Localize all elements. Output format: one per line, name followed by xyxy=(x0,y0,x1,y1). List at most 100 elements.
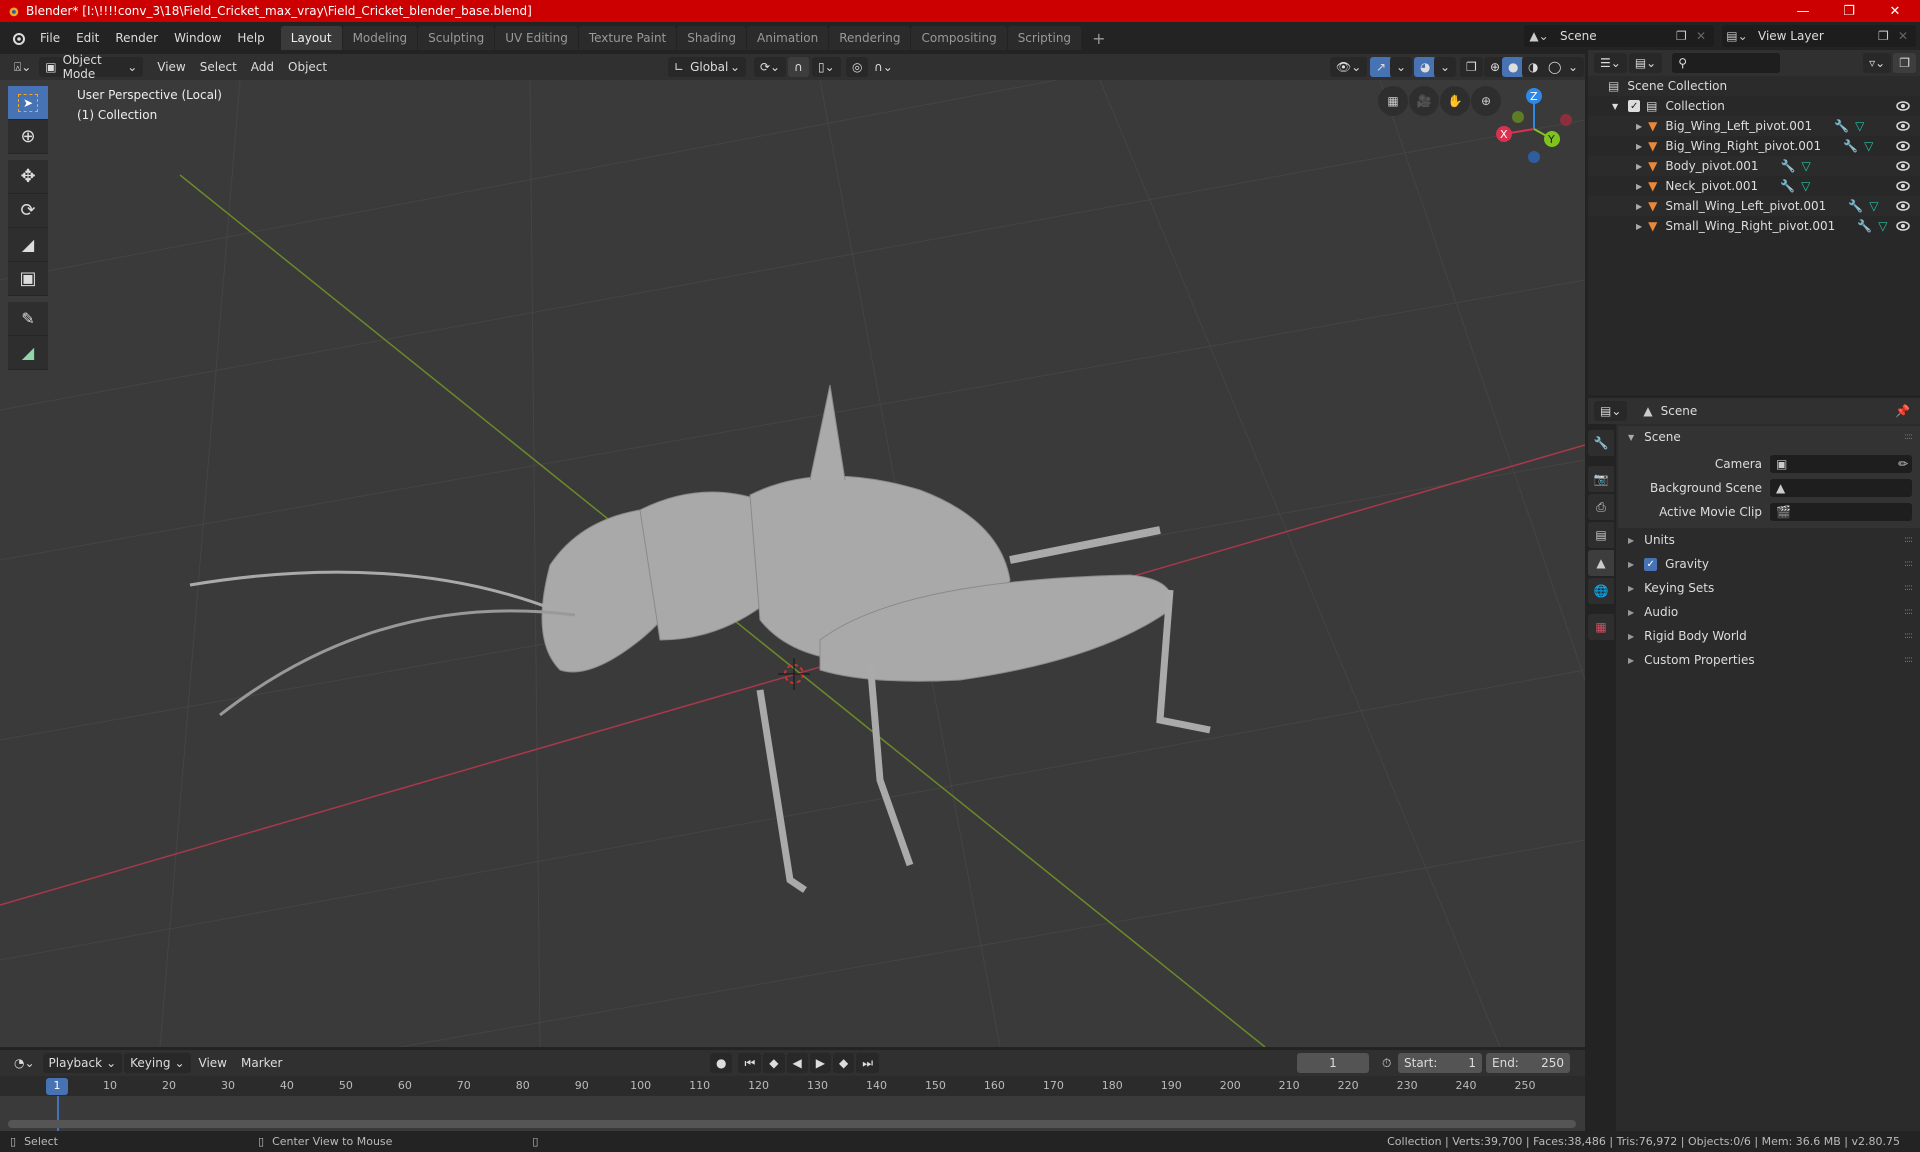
add-workspace-button[interactable]: + xyxy=(1082,26,1115,50)
audio-panel[interactable]: ▶ Audio:::: xyxy=(1618,600,1920,624)
outliner-item[interactable]: ▶ ▼ Small_Wing_Right_pivot.001 🔧 ▽ xyxy=(1588,216,1920,236)
snap-target-dropdown[interactable]: ▯⌄ xyxy=(812,57,841,77)
menu-help[interactable]: Help xyxy=(229,31,272,45)
play-reverse-button[interactable]: ◀ xyxy=(786,1053,808,1073)
pin-icon[interactable]: 📌 xyxy=(1895,404,1910,418)
scene-selector[interactable]: ▲⌄ Scene ❐ ✕ xyxy=(1524,25,1714,47)
modifier-wrench-icon[interactable]: 🔧 xyxy=(1848,199,1863,213)
tab-view-layer[interactable]: ▤ xyxy=(1588,522,1614,548)
modifier-wrench-icon[interactable]: 🔧 xyxy=(1781,159,1796,173)
menu-marker[interactable]: Marker xyxy=(235,1053,288,1073)
units-panel[interactable]: ▶ Units:::: xyxy=(1618,528,1920,552)
prev-keyframe-button[interactable]: ◆ xyxy=(763,1053,785,1073)
menu-render[interactable]: Render xyxy=(107,31,166,45)
eye-icon[interactable] xyxy=(1896,99,1910,113)
tab-world[interactable]: 🌐 xyxy=(1588,578,1614,604)
proportional-falloff-dropdown[interactable]: ∩⌄ xyxy=(868,57,899,77)
keying-sets-panel[interactable]: ▶ Keying Sets:::: xyxy=(1618,576,1920,600)
tab-compositing[interactable]: Compositing xyxy=(911,26,1007,50)
tab-render[interactable]: 📷 xyxy=(1588,466,1614,492)
disclosure-icon[interactable]: ▶ xyxy=(1636,222,1642,231)
3d-viewport[interactable] xyxy=(0,80,1585,1047)
move-tool[interactable]: ✥ xyxy=(8,160,48,194)
minimize-button[interactable]: — xyxy=(1780,0,1826,22)
tab-uv-editing[interactable]: UV Editing xyxy=(495,26,578,50)
new-collection-button[interactable]: ❐ xyxy=(1893,53,1916,73)
eyedropper-icon[interactable]: ✏ xyxy=(1898,457,1908,471)
outliner-item[interactable]: ▶ ▼ Body_pivot.001 🔧 ▽ xyxy=(1588,156,1920,176)
drag-grip-icon[interactable]: :::: xyxy=(1904,535,1913,545)
delete-view-layer-icon[interactable]: ✕ xyxy=(1898,29,1916,43)
camera-field[interactable]: ▣ ✏ xyxy=(1770,455,1912,473)
shading-dropdown[interactable]: ⌄ xyxy=(1562,57,1585,77)
tab-layout[interactable]: Layout xyxy=(280,26,342,50)
scene-panel-header[interactable]: ▼ Scene:::: xyxy=(1618,426,1920,448)
disclosure-icon[interactable]: ▶ xyxy=(1636,122,1642,131)
view-layer-name[interactable]: View Layer xyxy=(1752,29,1878,43)
menu-object[interactable]: Object xyxy=(282,57,333,77)
menu-file[interactable]: File xyxy=(32,31,68,45)
scene-name[interactable]: Scene xyxy=(1554,29,1676,43)
gravity-panel[interactable]: ▶ ✓ Gravity:::: xyxy=(1618,552,1920,576)
proportional-edit-toggle[interactable]: ◎ xyxy=(846,57,869,77)
xray-toggle[interactable]: ❐ xyxy=(1460,57,1483,77)
outliner-search-input[interactable]: ⚲ xyxy=(1672,53,1781,73)
disclosure-icon[interactable]: ▶ xyxy=(1636,142,1642,151)
rigid-body-world-panel[interactable]: ▶ Rigid Body World:::: xyxy=(1618,624,1920,648)
outliner-editor-type[interactable]: ☰⌄ xyxy=(1594,53,1627,73)
tab-modeling[interactable]: Modeling xyxy=(342,26,418,50)
drag-grip-icon[interactable]: :::: xyxy=(1904,432,1913,442)
tab-texture[interactable]: ▦ xyxy=(1588,614,1614,640)
scene-collection-row[interactable]: ▤ Scene Collection xyxy=(1588,76,1920,96)
collection-checkbox[interactable]: ✓ xyxy=(1628,100,1641,112)
measure-tool[interactable]: ◢ xyxy=(8,336,48,370)
disclosure-icon[interactable]: ▶ xyxy=(1636,162,1642,171)
menu-edit[interactable]: Edit xyxy=(68,31,107,45)
view-layer-selector[interactable]: ▤⌄ View Layer ❐ ✕ xyxy=(1722,25,1916,47)
select-box-tool[interactable]: ➤ xyxy=(8,86,48,120)
tab-rendering[interactable]: Rendering xyxy=(829,26,911,50)
overlays-dropdown[interactable]: ⌄ xyxy=(1434,57,1457,77)
filter-dropdown[interactable]: ▿⌄ xyxy=(1863,53,1892,73)
blender-menu-icon[interactable] xyxy=(10,30,26,46)
properties-editor-type[interactable]: ▤⌄ xyxy=(1594,401,1628,421)
transform-tool[interactable]: ▣ xyxy=(8,262,48,296)
mode-dropdown[interactable]: ▣ Object Mode ⌄ xyxy=(39,53,144,81)
mesh-data-icon[interactable]: ▽ xyxy=(1864,139,1873,153)
play-button[interactable]: ▶ xyxy=(809,1053,831,1073)
background-scene-field[interactable]: ▲ xyxy=(1770,479,1912,497)
gizmo-toggle[interactable]: ↗ xyxy=(1370,57,1393,77)
modifier-wrench-icon[interactable]: 🔧 xyxy=(1843,139,1858,153)
eye-icon[interactable] xyxy=(1896,119,1910,133)
timeline-ruler[interactable]: 1 10 20 30 40 50 60 70 80 90 100 110 120 130 140 150 160… xyxy=(0,1076,1585,1096)
drag-grip-icon[interactable]: :::: xyxy=(1904,583,1913,593)
active-movie-clip-field[interactable]: 🎬 xyxy=(1770,503,1912,521)
custom-properties-panel[interactable]: ▶ Custom Properties:::: xyxy=(1618,648,1920,672)
drag-grip-icon[interactable]: :::: xyxy=(1904,559,1913,569)
outliner-item[interactable]: ▶ ▼ Big_Wing_Right_pivot.001 🔧 ▽ xyxy=(1588,136,1920,156)
tab-scripting[interactable]: Scripting xyxy=(1007,26,1082,50)
modifier-wrench-icon[interactable]: 🔧 xyxy=(1780,179,1795,193)
disclosure-open-icon[interactable]: ▼ xyxy=(1612,102,1618,111)
current-frame-field[interactable]: 1 xyxy=(1297,1053,1369,1073)
tab-sculpting[interactable]: Sculpting xyxy=(418,26,495,50)
menu-window[interactable]: Window xyxy=(166,31,229,45)
mesh-data-icon[interactable]: ▽ xyxy=(1869,199,1878,213)
mesh-data-icon[interactable]: ▽ xyxy=(1801,159,1810,173)
editor-type-button[interactable]: ⍓⌄ xyxy=(8,57,37,77)
scale-tool[interactable]: ◢ xyxy=(8,228,48,262)
disclosure-icon[interactable]: ▶ xyxy=(1636,202,1642,211)
new-scene-icon[interactable]: ❐ xyxy=(1676,29,1696,43)
delete-scene-icon[interactable]: ✕ xyxy=(1696,29,1714,43)
eye-icon[interactable] xyxy=(1896,219,1910,233)
next-keyframe-button[interactable]: ◆ xyxy=(833,1053,855,1073)
eye-icon[interactable] xyxy=(1896,139,1910,153)
pan-button[interactable]: ✋ xyxy=(1440,86,1470,116)
gravity-checkbox[interactable]: ✓ xyxy=(1644,557,1658,571)
tab-output[interactable]: ⎙ xyxy=(1588,494,1614,520)
collection-row[interactable]: ▼ ✓ ▤ Collection xyxy=(1588,96,1920,116)
maximize-button[interactable]: ❐ xyxy=(1826,0,1872,22)
modifier-wrench-icon[interactable]: 🔧 xyxy=(1834,119,1849,133)
drag-grip-icon[interactable]: :::: xyxy=(1904,655,1913,665)
mesh-data-icon[interactable]: ▽ xyxy=(1878,219,1887,233)
